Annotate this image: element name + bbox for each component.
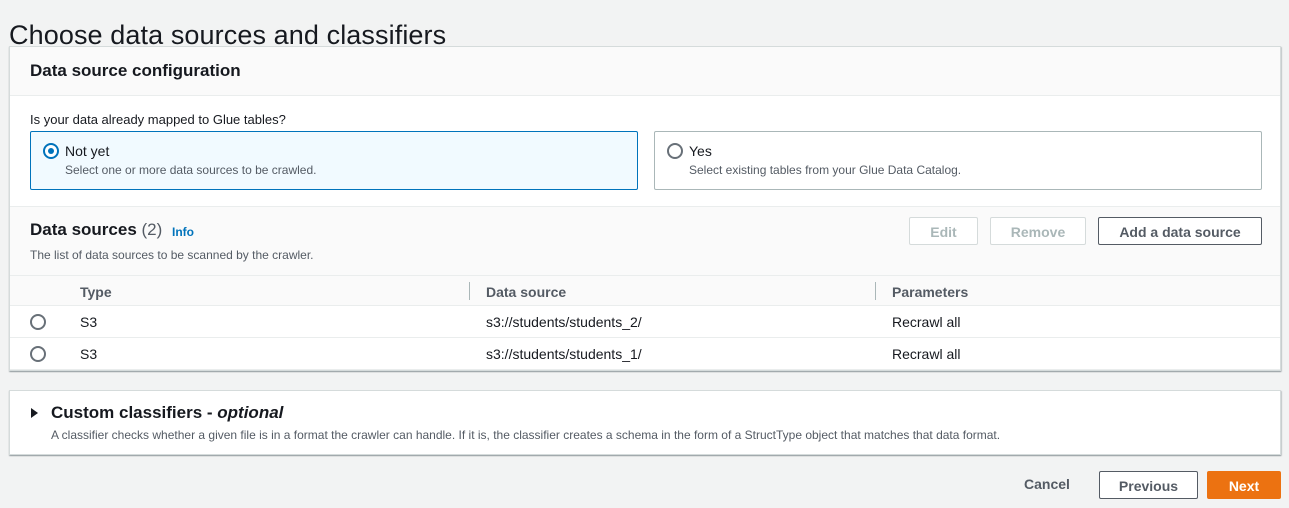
cell-data-source: s3://students/students_2/ bbox=[486, 314, 642, 330]
column-header-data-source[interactable]: Data source bbox=[486, 284, 566, 300]
cell-type: S3 bbox=[80, 346, 98, 362]
radio-yes[interactable] bbox=[667, 143, 683, 159]
panel-header: Data source configuration bbox=[10, 47, 1280, 96]
cell-parameters: Recrawl all bbox=[892, 346, 961, 362]
row-select-radio[interactable] bbox=[30, 346, 46, 362]
option-yes-description: Select existing tables from your Glue Da… bbox=[689, 163, 962, 177]
radio-not-yet[interactable] bbox=[43, 143, 59, 159]
cancel-button[interactable]: Cancel bbox=[1010, 470, 1084, 498]
next-button[interactable]: Next bbox=[1207, 471, 1281, 499]
data-sources-table: Type Data source Parameters S3 s3://stud… bbox=[10, 275, 1280, 370]
cell-data-source: s3://students/students_1/ bbox=[486, 346, 642, 362]
custom-classifiers-title[interactable]: Custom classifiers - optional bbox=[51, 403, 283, 423]
option-yes-label: Yes bbox=[689, 143, 712, 159]
data-sources-count: (2) bbox=[141, 220, 163, 239]
data-sources-description: The list of data sources to be scanned b… bbox=[30, 248, 314, 262]
mapped-question-label: Is your data already mapped to Glue tabl… bbox=[30, 112, 286, 127]
panel-header-title: Data source configuration bbox=[30, 61, 241, 80]
remove-button[interactable]: Remove bbox=[990, 217, 1086, 245]
previous-button[interactable]: Previous bbox=[1099, 471, 1198, 499]
optional-label: optional bbox=[217, 403, 284, 422]
data-source-configuration-panel: Data source configuration Is your data a… bbox=[9, 46, 1281, 371]
row-select-radio[interactable] bbox=[30, 314, 46, 330]
custom-classifiers-title-text: Custom classifiers - bbox=[51, 403, 218, 422]
option-not-yet-description: Select one or more data sources to be cr… bbox=[65, 163, 317, 177]
custom-classifiers-description: A classifier checks whether a given file… bbox=[51, 428, 1001, 442]
data-sources-title: Data sources (2) bbox=[30, 220, 162, 240]
data-sources-title-text: Data sources bbox=[30, 220, 137, 239]
column-header-type[interactable]: Type bbox=[80, 284, 112, 300]
data-sources-section: Data sources (2) Info The list of data s… bbox=[10, 206, 1280, 370]
option-not-yet-label: Not yet bbox=[65, 143, 110, 159]
option-not-yet-tile[interactable]: Not yet Select one or more data sources … bbox=[30, 131, 638, 190]
cell-parameters: Recrawl all bbox=[892, 314, 961, 330]
edit-button[interactable]: Edit bbox=[909, 217, 978, 245]
add-data-source-button[interactable]: Add a data source bbox=[1098, 217, 1262, 245]
info-link[interactable]: Info bbox=[172, 225, 194, 239]
table-header: Type Data source Parameters bbox=[10, 275, 1280, 306]
column-header-parameters[interactable]: Parameters bbox=[892, 284, 968, 300]
option-yes-tile[interactable]: Yes Select existing tables from your Glu… bbox=[654, 131, 1262, 190]
table-row[interactable]: S3 s3://students/students_2/ Recrawl all bbox=[10, 306, 1280, 338]
column-separator bbox=[469, 282, 470, 300]
table-row[interactable]: S3 s3://students/students_1/ Recrawl all bbox=[10, 338, 1280, 370]
column-separator bbox=[875, 282, 876, 300]
caret-right-icon[interactable] bbox=[31, 408, 38, 418]
cell-type: S3 bbox=[80, 314, 98, 330]
custom-classifiers-panel: Custom classifiers - optional A classifi… bbox=[9, 390, 1281, 455]
